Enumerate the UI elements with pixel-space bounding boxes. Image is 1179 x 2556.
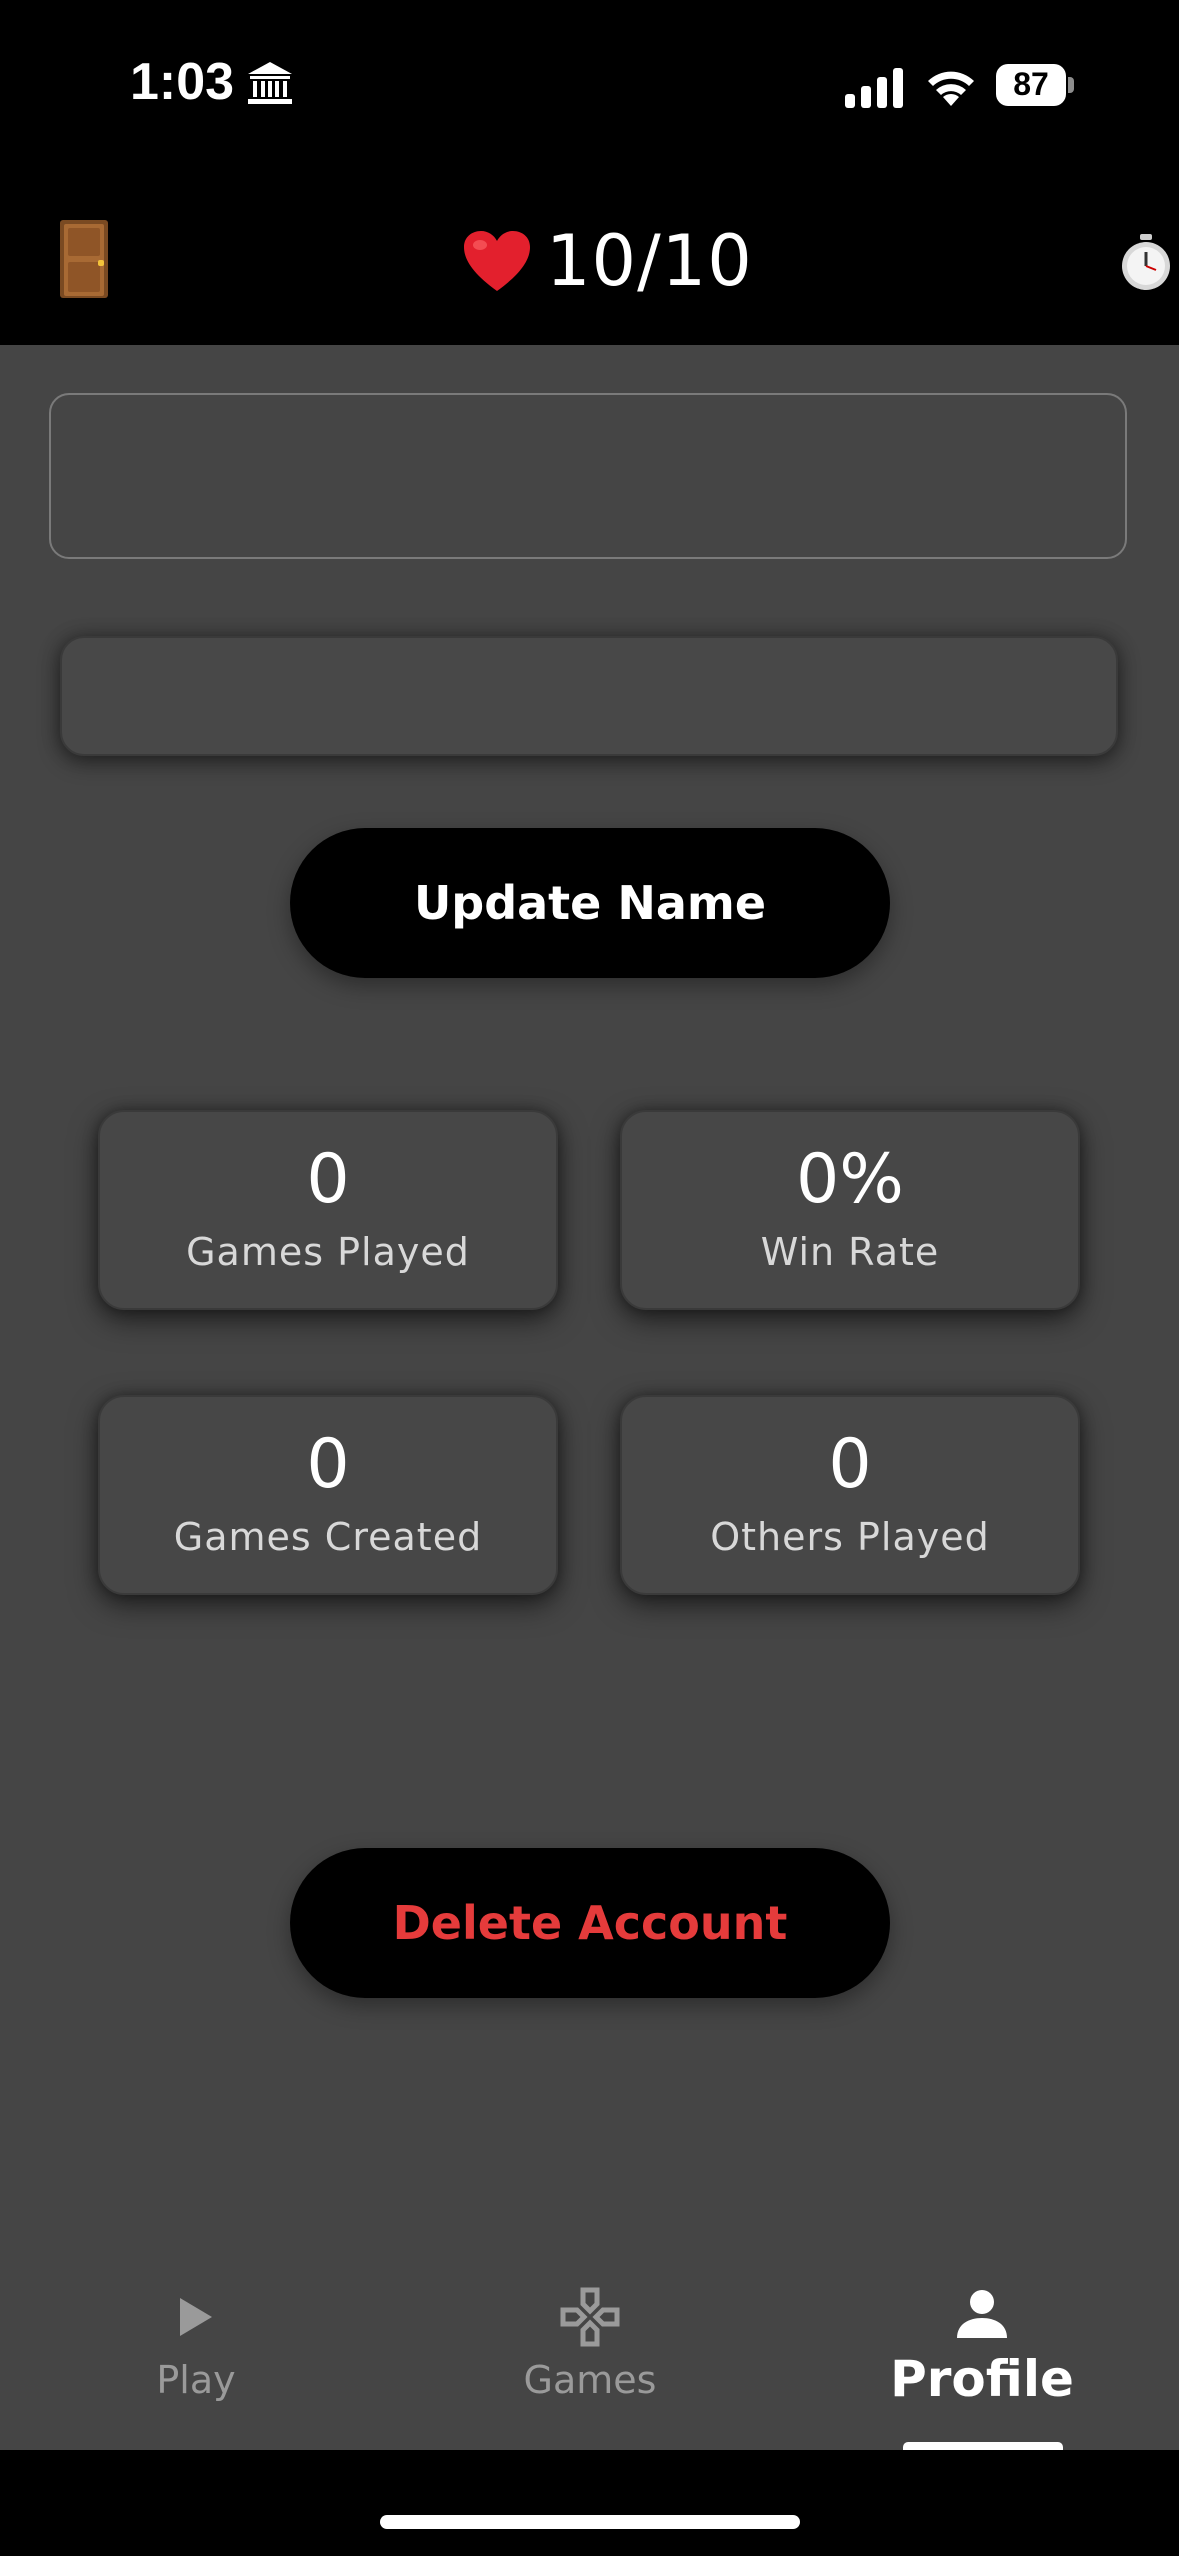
tab-label: Play <box>156 2358 236 2402</box>
door-icon[interactable] <box>58 218 110 300</box>
stat-value: 0% <box>796 1140 904 1219</box>
lives-text: 10/10 <box>546 220 753 302</box>
gamepad-icon <box>560 2287 620 2347</box>
wifi-icon <box>928 71 974 106</box>
bottom-nav: Play Games Profile <box>0 2270 1179 2450</box>
signal-icon <box>845 68 903 108</box>
stat-games-played: 0 Games Played <box>98 1110 558 1310</box>
name-input[interactable] <box>60 636 1118 756</box>
stat-value: 0 <box>306 1140 350 1219</box>
tab-label: Profile <box>890 2350 1074 2408</box>
tab-profile[interactable]: Profile <box>832 2270 1132 2450</box>
home-indicator[interactable] <box>380 2515 800 2529</box>
delete-account-button[interactable]: Delete Account <box>290 1848 890 1998</box>
person-icon <box>957 2290 1007 2338</box>
stat-label: Games Played <box>186 1230 470 1274</box>
tab-play[interactable]: Play <box>46 2270 346 2450</box>
stat-games-created: 0 Games Created <box>98 1395 558 1595</box>
bank-icon <box>248 62 292 104</box>
stat-others-played: 0 Others Played <box>620 1395 1080 1595</box>
stat-value: 0 <box>828 1425 872 1504</box>
stat-label: Others Played <box>710 1515 990 1559</box>
status-time: 1:03 <box>130 53 235 111</box>
play-icon <box>180 2298 212 2336</box>
stat-win-rate: 0% Win Rate <box>620 1110 1080 1310</box>
home-indicator-area <box>0 2450 1179 2556</box>
stopwatch-icon[interactable] <box>1118 232 1174 292</box>
tab-label: Games <box>523 2358 657 2402</box>
battery-indicator: 87 <box>996 64 1076 108</box>
stat-label: Games Created <box>173 1515 483 1559</box>
tab-games[interactable]: Games <box>440 2270 740 2450</box>
battery-level: 87 <box>1013 66 1049 102</box>
player-name-display <box>49 393 1127 559</box>
lives-counter: 10/10 <box>462 216 753 306</box>
app-header: 1:03 87 10/10 <box>0 0 1179 345</box>
stat-label: Win Rate <box>760 1230 940 1274</box>
update-name-button[interactable]: Update Name <box>290 828 890 978</box>
stat-value: 0 <box>306 1425 350 1504</box>
heart-icon <box>464 231 530 291</box>
